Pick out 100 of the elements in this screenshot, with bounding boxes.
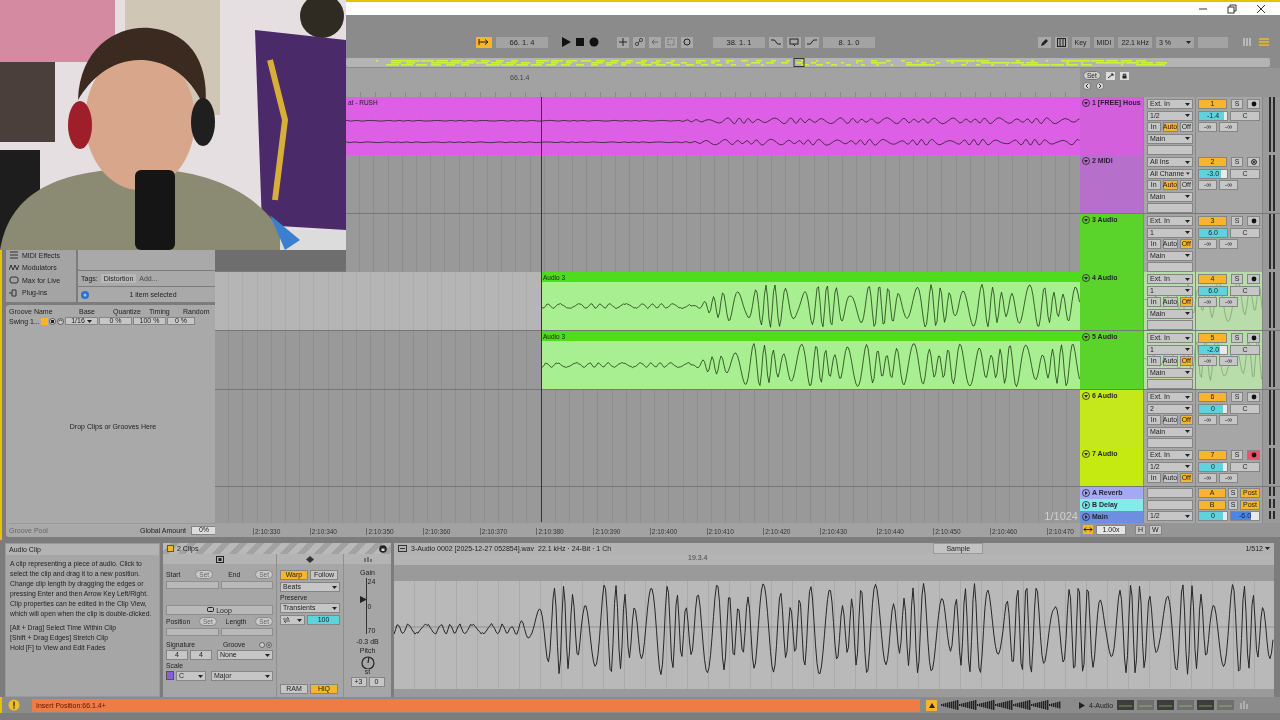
fold-icon[interactable]	[1082, 333, 1090, 341]
arm-button[interactable]	[1247, 274, 1260, 284]
pencil-icon[interactable]	[1037, 36, 1051, 48]
level-meter	[1267, 331, 1276, 387]
device-thumbnails-drawing[interactable]	[1117, 699, 1236, 711]
dot-icon	[1250, 335, 1257, 341]
fold-icon[interactable]	[1082, 274, 1090, 282]
dot-icon	[1250, 101, 1257, 107]
caret-icon	[1185, 395, 1190, 399]
level-meter	[1267, 214, 1276, 269]
zoom-label: 1/1024	[1044, 510, 1078, 522]
play-icon[interactable]	[1079, 701, 1085, 709]
arm-button[interactable]	[1247, 157, 1260, 167]
info-icon	[8, 699, 20, 711]
caret-icon	[1185, 160, 1190, 164]
lock-icon[interactable]	[1119, 71, 1129, 80]
caret-icon	[1185, 219, 1190, 223]
triangle-icon	[928, 702, 935, 708]
caret-icon	[1186, 40, 1191, 44]
caret-icon	[1185, 348, 1190, 351]
resize-icon[interactable]	[1105, 71, 1115, 80]
caret-icon	[1185, 277, 1190, 281]
caret-icon	[1265, 547, 1270, 550]
clip-tab[interactable]	[163, 554, 276, 564]
caret-icon	[1185, 195, 1190, 198]
fold-icon[interactable]	[1082, 99, 1090, 107]
play-icon[interactable]	[562, 37, 571, 47]
end-field[interactable]	[220, 581, 273, 589]
arm-button[interactable]	[1247, 216, 1260, 226]
fold-icon[interactable]	[1082, 157, 1090, 165]
caret-icon	[86, 319, 92, 323]
level-meter	[1267, 272, 1276, 328]
arrow-left-icon[interactable]	[1083, 82, 1091, 90]
loop-mode-dropdown[interactable]	[280, 615, 305, 625]
caret-icon	[1185, 231, 1190, 234]
level-meter	[1267, 390, 1276, 445]
arrow-right-icon[interactable]	[1096, 82, 1104, 90]
arm-button[interactable]	[1247, 333, 1260, 343]
waveform-thumbnail-drawing[interactable]	[941, 699, 1061, 711]
keyboard-icon[interactable]	[1054, 36, 1068, 48]
caret-icon	[1185, 312, 1190, 315]
fold-icon[interactable]	[1082, 501, 1090, 509]
start-field[interactable]	[166, 581, 219, 589]
warp-tab[interactable]	[277, 554, 343, 564]
slope-icon[interactable]	[805, 36, 819, 48]
caret-icon	[265, 653, 270, 657]
caret-icon	[265, 674, 270, 678]
lock-icon[interactable]	[379, 544, 387, 553]
pitch-knob[interactable]	[359, 656, 376, 669]
arrow-up-button[interactable]	[926, 699, 937, 711]
arrow-icon	[478, 38, 490, 46]
info-icon[interactable]	[81, 290, 89, 299]
dot-icon	[1250, 394, 1257, 400]
fold-icon[interactable]	[1082, 489, 1090, 497]
caret-icon	[1185, 465, 1190, 468]
caret-icon	[1185, 407, 1190, 410]
empty-field	[1147, 320, 1193, 330]
arrows-icon[interactable]	[1083, 525, 1093, 534]
caret-icon	[1185, 102, 1190, 106]
fold-icon[interactable]	[1082, 513, 1090, 521]
stop-icon[interactable]	[575, 37, 585, 47]
caret-icon	[1185, 114, 1190, 117]
length-field[interactable]	[220, 628, 273, 636]
level-meter	[1267, 511, 1276, 519]
restore-icon[interactable]	[1227, 3, 1237, 14]
loop-icon[interactable]	[787, 36, 801, 48]
record-icon[interactable]	[589, 37, 599, 47]
cycle-icon[interactable]	[57, 317, 64, 325]
fold-icon[interactable]	[1082, 450, 1090, 458]
square-icon	[215, 555, 224, 563]
zigzag-icon	[9, 262, 19, 273]
caret-icon	[1185, 371, 1190, 374]
save-icon[interactable]	[49, 317, 56, 325]
loop-icon	[207, 607, 215, 613]
caret-icon	[1185, 254, 1190, 257]
fold-icon[interactable]	[1082, 216, 1090, 224]
close-icon[interactable]	[1256, 3, 1266, 14]
caret-icon	[1185, 137, 1190, 140]
level-meter	[1267, 448, 1276, 484]
plus-icon[interactable]	[617, 36, 629, 48]
level-meter	[1267, 155, 1276, 211]
follow-button[interactable]	[476, 36, 492, 48]
fold-icon[interactable]	[1082, 392, 1090, 400]
caret-icon	[1185, 514, 1190, 518]
wave-line-icon[interactable]	[769, 36, 783, 48]
caret-icon	[198, 674, 203, 678]
arm-button[interactable]	[1247, 99, 1260, 109]
chain-icon[interactable]	[633, 36, 645, 48]
position-field[interactable]	[166, 628, 219, 636]
dot-icon	[1250, 452, 1257, 458]
level-meter	[1267, 499, 1276, 508]
caret-icon	[1186, 172, 1190, 175]
clip-color-square	[167, 545, 174, 552]
dot-icon	[1250, 276, 1257, 282]
circle-icon[interactable]	[681, 36, 693, 48]
arm-button[interactable]	[1247, 392, 1260, 402]
caret-icon	[1185, 430, 1190, 433]
arm-button[interactable]	[1247, 450, 1260, 460]
plug-icon	[9, 287, 19, 298]
scale-toggle[interactable]	[166, 671, 174, 680]
